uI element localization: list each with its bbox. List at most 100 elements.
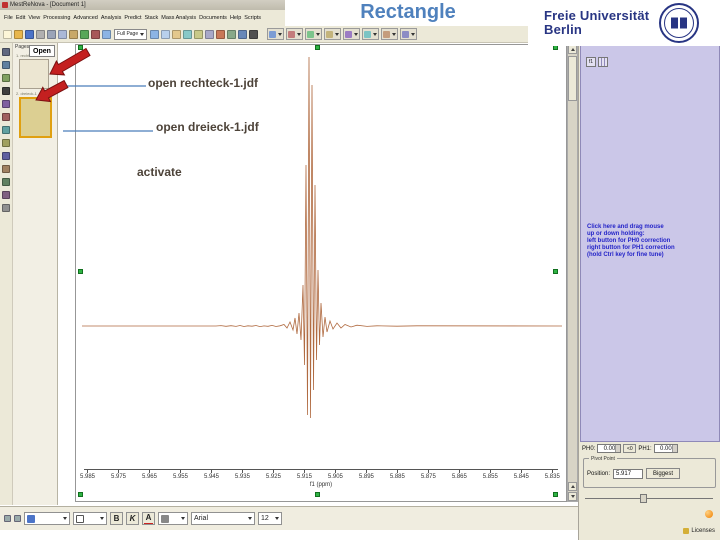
ellipse-tool-icon[interactable]: [2, 139, 10, 147]
zoom-in-icon[interactable]: [102, 29, 111, 39]
redo-icon[interactable]: [91, 29, 100, 39]
eraser-tool-icon[interactable]: [2, 204, 10, 212]
vertical-scrollbar[interactable]: [567, 44, 578, 502]
layers-mini-icon[interactable]: [14, 515, 21, 522]
undo-icon[interactable]: [80, 29, 89, 39]
processing-tools-dropdown[interactable]: [267, 28, 285, 40]
f1-button[interactable]: f1: [586, 57, 596, 67]
ph0-input[interactable]: 0.00: [597, 444, 622, 453]
copy-icon[interactable]: [58, 29, 67, 39]
menu-item[interactable]: Help: [230, 15, 241, 21]
italic-button[interactable]: K: [126, 512, 139, 525]
save-icon[interactable]: [25, 29, 34, 39]
ph1-input[interactable]: 0.00: [653, 444, 678, 453]
menu-item[interactable]: File: [4, 15, 13, 21]
licenses-link[interactable]: Licenses: [683, 528, 715, 534]
text-box-dropdown[interactable]: [73, 512, 107, 525]
text-tool-icon[interactable]: [249, 29, 259, 39]
menu-item[interactable]: Edit: [16, 15, 25, 21]
biggest-button[interactable]: Biggest: [646, 468, 681, 479]
pan-tool-icon[interactable]: [2, 74, 10, 82]
line-tool-icon[interactable]: [2, 100, 10, 108]
axis-tick-label: 5.845: [514, 470, 529, 480]
page-thumbnail-selected[interactable]: [19, 97, 52, 138]
format-dropdown[interactable]: [158, 512, 188, 525]
selection-handle[interactable]: [315, 492, 320, 497]
selection-handle[interactable]: [78, 492, 83, 497]
cut-icon[interactable]: [47, 29, 56, 39]
menu-item[interactable]: Processing: [43, 15, 70, 21]
selection-handle[interactable]: [78, 45, 83, 50]
chart-tool-icon[interactable]: [2, 191, 10, 199]
print-icon[interactable]: [36, 29, 45, 39]
polygon-tool-icon[interactable]: [2, 152, 10, 160]
ruler-icon[interactable]: [194, 29, 204, 39]
scroll-up-icon[interactable]: [568, 45, 577, 54]
open-tooltip: Open: [29, 45, 55, 57]
chevron-down-icon: [181, 517, 185, 520]
scroll-up-icon[interactable]: [568, 482, 577, 491]
integration-dropdown[interactable]: [324, 28, 342, 40]
pointer-tool-icon[interactable]: [2, 48, 10, 56]
logo-wordmark: Freie Universität Berlin: [544, 8, 650, 37]
phase-reset-button[interactable]: <0: [623, 444, 637, 453]
open-file-icon[interactable]: [14, 29, 23, 39]
spectrum-icon[interactable]: [216, 29, 226, 39]
phase-drag-area[interactable]: f1 Click here and drag mouse up or down h…: [580, 44, 720, 442]
new-document-icon[interactable]: [3, 29, 12, 39]
grid-icon[interactable]: [205, 29, 215, 39]
page-mini-icon[interactable]: [4, 515, 11, 522]
table-icon[interactable]: [227, 29, 237, 39]
font-color-button[interactable]: A: [142, 512, 155, 525]
ph0-label: PH0:: [582, 445, 596, 452]
menu-item[interactable]: Analysis: [101, 15, 121, 21]
phase-correction-dropdown[interactable]: [286, 28, 304, 40]
text-annotation-icon[interactable]: [2, 87, 10, 95]
selection-handle[interactable]: [553, 492, 558, 497]
menu-item[interactable]: Advanced: [73, 15, 97, 21]
rectangle-tool-icon[interactable]: [2, 126, 10, 134]
fit-page-icon[interactable]: [161, 29, 171, 39]
menu-item[interactable]: View: [28, 15, 40, 21]
zoom-level-dropdown[interactable]: Full Page: [114, 28, 148, 40]
menu-item[interactable]: Scripts: [244, 15, 261, 21]
pan-icon[interactable]: [172, 29, 182, 39]
baseline-dropdown[interactable]: [305, 28, 323, 40]
annotation-style-dropdown[interactable]: [24, 512, 70, 525]
paste-icon[interactable]: [69, 29, 78, 39]
image-tool-icon[interactable]: [2, 165, 10, 173]
text-format-toolbar: B K A Arial 12: [0, 506, 578, 530]
menu-item[interactable]: Stack: [144, 15, 158, 21]
assignment-dropdown[interactable]: [381, 28, 399, 40]
zoom-tool-icon[interactable]: [2, 61, 10, 69]
font-size-dropdown[interactable]: 12: [258, 512, 282, 525]
menu-item[interactable]: Documents: [199, 15, 227, 21]
scrollbar-thumb[interactable]: [568, 56, 577, 101]
table-tool-icon[interactable]: [2, 178, 10, 186]
multiplet-dropdown[interactable]: [362, 28, 380, 40]
slider-thumb[interactable]: [640, 494, 647, 503]
selection-handle[interactable]: [315, 45, 320, 50]
menu-item[interactable]: Predict: [124, 15, 141, 21]
phasing-panel: f1 Click here and drag mouse up or down h…: [578, 44, 720, 540]
peak-picking-dropdown[interactable]: [343, 28, 361, 40]
crosshair-icon[interactable]: [183, 29, 193, 39]
view-options-dropdown[interactable]: [400, 28, 418, 40]
selection-handle[interactable]: [553, 269, 558, 274]
page-thumbnail[interactable]: [19, 59, 49, 89]
menu-item[interactable]: Mass Analysis: [161, 15, 196, 21]
scroll-down-icon[interactable]: [568, 492, 577, 501]
toolbar-group-icon: [383, 30, 391, 38]
molecule-icon[interactable]: [238, 29, 248, 39]
bold-button[interactable]: B: [110, 512, 123, 525]
selection-handle[interactable]: [78, 269, 83, 274]
document-page[interactable]: 5.985 5.975 5.965 5.955 5.945 5.935 5.925 5.915…: [75, 44, 567, 502]
position-input[interactable]: 5.917: [613, 468, 644, 479]
chevron-down-icon: [411, 32, 416, 36]
x-axis-labels: 5.985 5.975 5.965 5.955 5.945 5.935 5.925 5.915…: [80, 470, 560, 480]
font-family-dropdown[interactable]: Arial: [191, 512, 255, 525]
pivot-slider[interactable]: [585, 494, 713, 503]
grid-icon[interactable]: [598, 57, 608, 67]
arrow-tool-icon[interactable]: [2, 113, 10, 121]
zoom-out-icon[interactable]: [150, 29, 160, 39]
